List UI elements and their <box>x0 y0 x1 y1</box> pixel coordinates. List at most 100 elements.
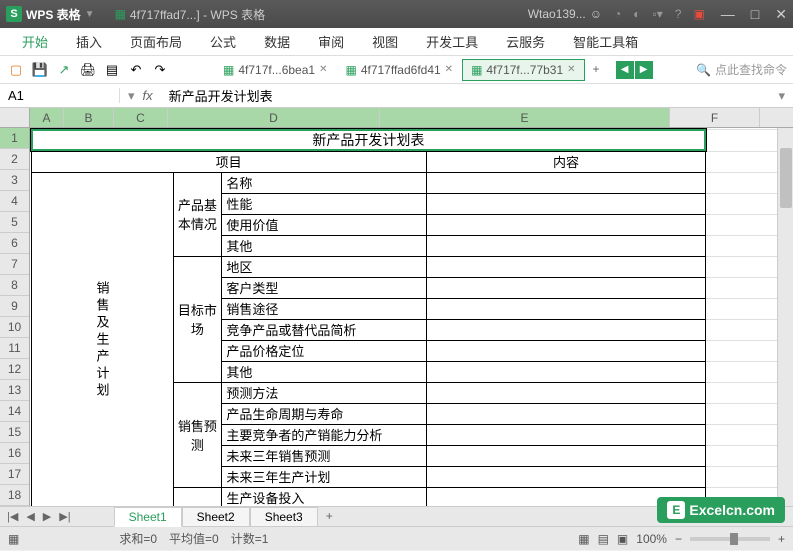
row-header[interactable]: 1 <box>0 128 29 149</box>
col-header-D[interactable]: D <box>168 108 380 127</box>
row-header[interactable]: 13 <box>0 380 29 401</box>
cell[interactable] <box>426 466 705 487</box>
cell[interactable] <box>426 277 705 298</box>
cell-item[interactable]: 竞争产品或替代品简析 <box>222 319 426 340</box>
menu-page-layout[interactable]: 页面布局 <box>116 28 196 55</box>
sheet-tab-3[interactable]: Sheet3 <box>250 507 318 527</box>
cell-item[interactable]: 产品生命周期与寿命 <box>222 403 426 424</box>
view-page-icon[interactable]: ▤ <box>598 532 609 546</box>
close-icon[interactable]: ✕ <box>567 64 575 75</box>
search-icon[interactable]: 🔍 <box>696 63 711 77</box>
cell-item[interactable]: 生产设备投入 <box>222 487 426 506</box>
notification-icon[interactable]: ▣ <box>693 7 704 21</box>
row-header[interactable]: 17 <box>0 464 29 485</box>
row-header[interactable]: 2 <box>0 149 29 170</box>
cell[interactable] <box>426 298 705 319</box>
cell-item[interactable]: 预测方法 <box>222 382 426 403</box>
cell[interactable] <box>173 487 222 506</box>
row-header[interactable]: 9 <box>0 296 29 317</box>
sheet-tab-1[interactable]: Sheet1 <box>114 507 182 527</box>
col-header-C[interactable]: C <box>114 108 168 127</box>
cell-item[interactable]: 销售途径 <box>222 298 426 319</box>
cell[interactable] <box>426 361 705 382</box>
menu-insert[interactable]: 插入 <box>62 28 116 55</box>
app-menu-dropdown[interactable]: ▼ <box>85 9 95 20</box>
add-sheet-button[interactable]: + <box>318 507 341 527</box>
menu-smart-tools[interactable]: 智能工具箱 <box>559 28 652 55</box>
search-placeholder[interactable]: 点此查找命令 <box>715 61 787 78</box>
cell-item[interactable]: 未来三年生产计划 <box>222 466 426 487</box>
cell-subgroup[interactable]: 销售预测 <box>173 382 222 487</box>
scrollbar-thumb[interactable] <box>780 148 792 208</box>
tab-nav-right[interactable]: ▶ <box>635 61 653 79</box>
tab-nav-left[interactable]: ◀ <box>616 61 634 79</box>
menu-formula[interactable]: 公式 <box>196 28 250 55</box>
zoom-slider[interactable] <box>690 537 770 541</box>
cell[interactable] <box>426 424 705 445</box>
file-tab-2[interactable]: ▦ 4f717ffad6fd41 ✕ <box>336 59 462 81</box>
undo-icon[interactable]: ↶ <box>126 60 146 80</box>
help-icon[interactable]: ? <box>675 7 682 21</box>
row-header[interactable]: 5 <box>0 212 29 233</box>
cell-item[interactable]: 其他 <box>222 361 426 382</box>
cell[interactable] <box>426 235 705 256</box>
shield-icon[interactable]: ◔ <box>614 7 621 21</box>
select-all-corner[interactable] <box>0 108 30 127</box>
row-header[interactable]: 14 <box>0 401 29 422</box>
row-header[interactable]: 16 <box>0 443 29 464</box>
save-icon[interactable]: 💾 <box>30 60 50 80</box>
row-header[interactable]: 11 <box>0 338 29 359</box>
menu-data[interactable]: 数据 <box>250 28 304 55</box>
cell-item[interactable]: 未来三年销售预测 <box>222 445 426 466</box>
cell-reference-input[interactable]: A1 <box>0 88 120 103</box>
fx-dropdown-icon[interactable]: ▾ <box>128 88 135 104</box>
cell[interactable] <box>426 382 705 403</box>
zoom-level[interactable]: 100% <box>636 532 667 546</box>
cell[interactable] <box>426 193 705 214</box>
share-icon[interactable]: ↗ <box>54 60 74 80</box>
menu-review[interactable]: 审阅 <box>304 28 358 55</box>
cell-item[interactable]: 客户类型 <box>222 277 426 298</box>
row-header[interactable]: 3 <box>0 170 29 191</box>
print-icon[interactable]: 🖨 <box>78 60 98 80</box>
vertical-scrollbar[interactable] <box>777 128 793 506</box>
file-tab-3[interactable]: ▦ 4f717f...77b31 ✕ <box>462 59 584 81</box>
cell-item[interactable]: 产品价格定位 <box>222 340 426 361</box>
close-button[interactable]: ✕ <box>775 6 787 23</box>
cell-item[interactable]: 地区 <box>222 256 426 277</box>
sheet-nav-prev[interactable]: ◀ <box>23 510 37 523</box>
cell-title[interactable]: 新产品开发计划表 <box>31 129 706 151</box>
add-tab-button[interactable]: + <box>585 59 608 81</box>
cell[interactable] <box>426 256 705 277</box>
cell-subgroup[interactable]: 目标市场 <box>173 256 222 382</box>
cloud-icon[interactable]: ◐ <box>633 7 640 21</box>
cell-item[interactable]: 名称 <box>222 172 426 193</box>
sheet-nav-next[interactable]: ▶ <box>40 510 54 523</box>
menu-start[interactable]: 开始 <box>8 28 62 55</box>
view-normal-icon[interactable]: ▦ <box>578 532 589 546</box>
cell-header-content[interactable]: 内容 <box>426 151 705 172</box>
sheet-nav-first[interactable]: |◀ <box>4 510 21 523</box>
cell[interactable] <box>426 445 705 466</box>
sheet-tab-2[interactable]: Sheet2 <box>182 507 250 527</box>
maximize-button[interactable]: □ <box>751 6 759 23</box>
cell[interactable] <box>426 214 705 235</box>
menu-devtools[interactable]: 开发工具 <box>412 28 492 55</box>
cell-header-project[interactable]: 项目 <box>31 151 426 172</box>
formula-input[interactable]: 新产品开发计划表 <box>161 86 771 105</box>
new-file-icon[interactable]: ▢ <box>6 60 26 80</box>
menu-view[interactable]: 视图 <box>358 28 412 55</box>
close-icon[interactable]: ✕ <box>445 64 453 75</box>
redo-icon[interactable]: ↷ <box>150 60 170 80</box>
view-mode-icon[interactable]: ▦ <box>8 532 19 546</box>
zoom-out-button[interactable]: − <box>675 532 682 546</box>
cell-group[interactable]: 销售及生产计划 <box>31 172 173 506</box>
skin-icon[interactable]: ▫▾ <box>652 7 662 21</box>
preview-icon[interactable]: ▤ <box>102 60 122 80</box>
formula-expand-icon[interactable]: ▾ <box>770 88 793 104</box>
row-header[interactable]: 18 <box>0 485 29 506</box>
row-header[interactable]: 4 <box>0 191 29 212</box>
cell[interactable] <box>426 340 705 361</box>
col-header-A[interactable]: A <box>30 108 64 127</box>
sheet-nav-last[interactable]: ▶| <box>56 510 73 523</box>
